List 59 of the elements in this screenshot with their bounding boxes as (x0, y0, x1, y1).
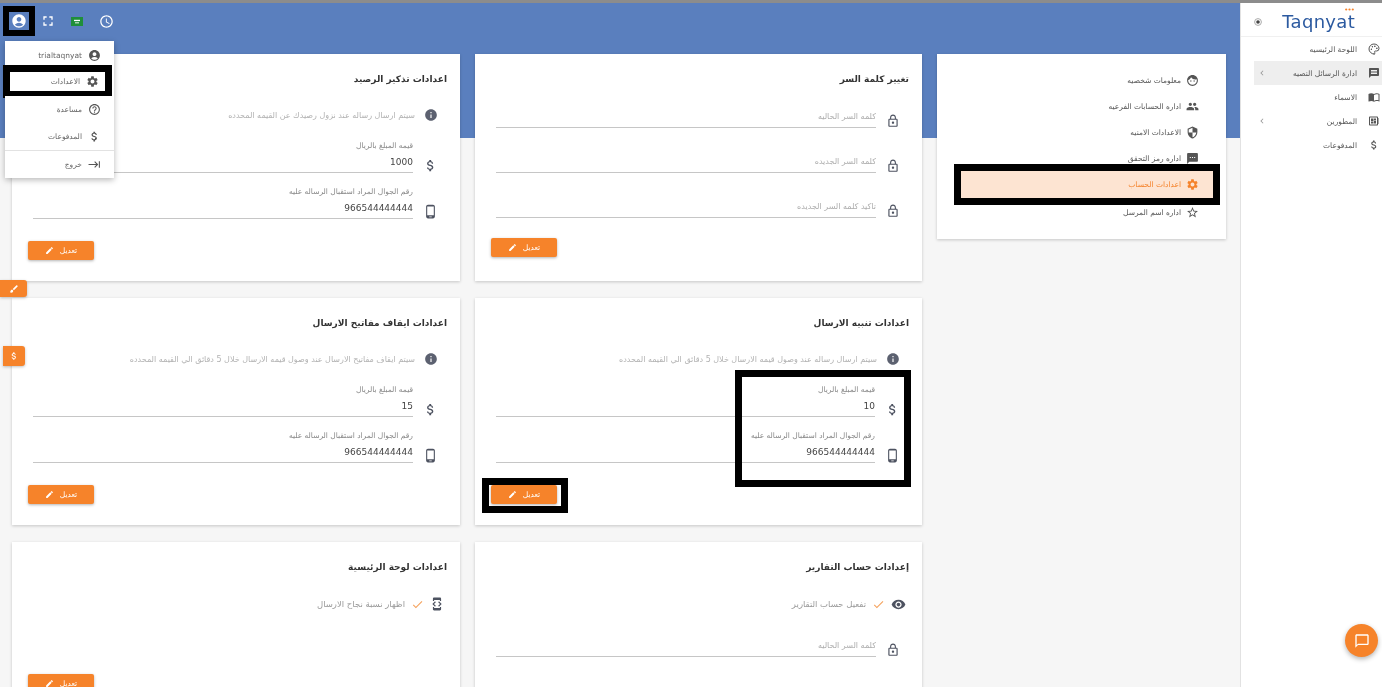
chat-icon (1353, 632, 1370, 649)
password-field[interactable]: كلمه السر الحاليه (496, 637, 876, 657)
dollar-icon (9, 351, 19, 361)
code-phone-icon (430, 597, 444, 611)
lock-icon (886, 159, 900, 173)
pencil-icon (44, 246, 54, 255)
toggle-label: اظهار نسبة نجاح الارسال (316, 599, 405, 609)
dots-icon (1345, 8, 1354, 11)
amount-field[interactable]: 15 (33, 396, 413, 417)
card-title: اعدادات لوحة الرئيسية (348, 561, 447, 574)
chip-icon (1368, 115, 1380, 127)
info-text: سيتم ارسال رساله عند نزول رصيدك عن القيمه المحدده (228, 110, 415, 120)
phone-icon (423, 204, 438, 219)
amount-field[interactable]: 10 (496, 396, 875, 417)
lock-icon (886, 114, 900, 128)
card-title: اعدادات تذكير الرصيد (353, 73, 447, 86)
info-text: سيتم ارسال رساله عند وصول قيمه الارسال خلال 5 دقائق الي القيمه المحدده (619, 354, 877, 364)
mobile-field[interactable]: 966544444444 (33, 442, 413, 463)
password-field[interactable]: كلمه السر الحاليه (496, 108, 876, 128)
side-tab-button[interactable] (3, 346, 25, 366)
info-text: سيتم ايقاف مفاتيح الارسال عند وصول قيمه الارسال خلال 5 دقائق الي القيمه المحدده (129, 354, 415, 364)
toggle-dot-icon[interactable] (1254, 17, 1262, 26)
card-title: اعدادات تنبيه الارسال (813, 317, 909, 330)
toggle-label: تفعيل حساب التقارير (791, 599, 866, 609)
mobile-field[interactable]: 966544444444 (496, 442, 875, 463)
pencil-icon (507, 490, 517, 499)
card-title: إعدادات حساب التقارير (806, 561, 909, 574)
password-field[interactable]: كلمه السر الجديده (496, 153, 876, 173)
info-icon (424, 352, 438, 366)
logout-icon (88, 158, 101, 171)
shield-icon (1186, 125, 1199, 139)
info-icon (886, 352, 900, 366)
message-icon (1368, 67, 1380, 79)
lock-icon (886, 643, 900, 657)
pencil-icon (507, 243, 517, 252)
card-title: تغيير كلمة السر (839, 73, 909, 86)
side-tab-button[interactable] (0, 280, 27, 297)
lock-icon (886, 204, 900, 218)
pencil-icon (44, 679, 54, 687)
flag-icon (71, 16, 83, 26)
face-icon (1186, 73, 1199, 87)
fullscreen-icon (40, 13, 56, 29)
mobile-field[interactable]: 966544444444 (33, 198, 413, 219)
pencil-icon (44, 490, 54, 499)
settings-icon (86, 75, 99, 88)
settings-icon (1186, 178, 1199, 191)
book-icon (1368, 91, 1380, 103)
message-icon (1186, 151, 1199, 165)
password-field[interactable]: تاكيد كلمه السر الجديده (496, 198, 876, 218)
card-title: اعدادات ايقاف مفاتيح الارسال (312, 317, 447, 330)
phone-icon (885, 448, 900, 463)
info-icon (424, 108, 438, 122)
account-button[interactable] (9, 12, 29, 30)
help-icon (88, 103, 101, 116)
clock-icon (98, 13, 114, 29)
star-icon (1186, 205, 1199, 219)
palette-icon (1368, 43, 1380, 55)
phone-icon (423, 448, 438, 463)
brush-icon (8, 283, 19, 294)
